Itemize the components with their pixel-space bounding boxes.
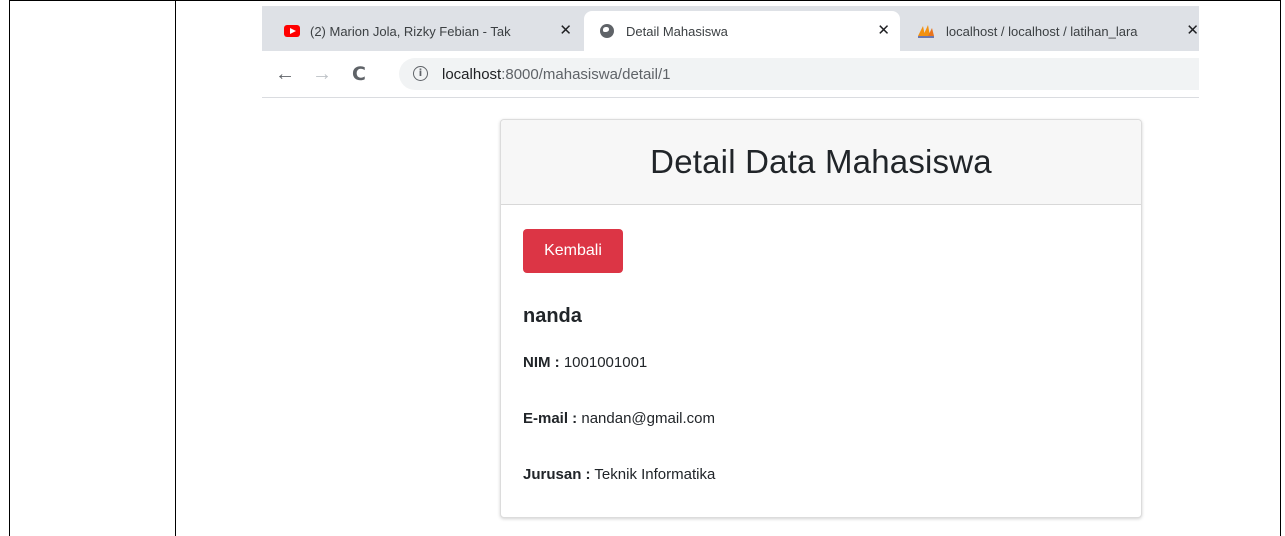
tab-title: Detail Mahasiswa: [626, 23, 728, 39]
url-host: localhost: [442, 66, 502, 83]
jurusan-value: Teknik Informatika: [594, 466, 716, 483]
browser-toolbar: ← → C i localhost:8000/mahasiswa/detail/…: [262, 51, 1199, 98]
reload-icon[interactable]: C: [346, 61, 372, 87]
url-path: :8000/mahasiswa/detail/1: [501, 66, 671, 83]
table-column-divider: [175, 0, 176, 536]
nim-value: 1001001001: [563, 354, 648, 371]
youtube-icon: [284, 25, 300, 37]
email-row: E-mail : nandan@gmail.com: [523, 410, 715, 427]
nim-label: NIM :: [523, 354, 560, 371]
close-icon[interactable]: ✕: [877, 22, 890, 40]
nim-row: NIM : 1001001001: [523, 354, 647, 371]
tab-youtube[interactable]: (2) Marion Jola, Rizky Febian - Tak ✕: [272, 11, 582, 51]
page-title: Detail Data Mahasiswa: [650, 143, 992, 180]
email-label: E-mail :: [523, 410, 578, 427]
close-icon[interactable]: ✕: [559, 22, 572, 40]
info-icon[interactable]: i: [413, 66, 428, 81]
tab-detail-mahasiswa[interactable]: Detail Mahasiswa ✕: [584, 11, 900, 51]
card-header: Detail Data Mahasiswa: [501, 120, 1141, 205]
forward-arrow-icon[interactable]: →: [309, 61, 335, 87]
phpmyadmin-icon: [918, 25, 934, 38]
tab-title: (2) Marion Jola, Rizky Febian - Tak: [310, 23, 511, 39]
student-name: nanda: [523, 305, 582, 327]
browser-window: (2) Marion Jola, Rizky Febian - Tak ✕ De…: [262, 6, 1199, 536]
jurusan-row: Jurusan : Teknik Informatika: [523, 466, 715, 483]
tab-phpmyadmin[interactable]: localhost / localhost / latihan_lara ✕: [902, 11, 1199, 51]
address-bar[interactable]: i localhost:8000/mahasiswa/detail/1: [399, 58, 1199, 90]
url-text[interactable]: localhost:8000/mahasiswa/detail/1: [442, 66, 670, 83]
tab-strip: (2) Marion Jola, Rizky Febian - Tak ✕ De…: [262, 6, 1199, 51]
tab-title: localhost / localhost / latihan_lara: [946, 23, 1138, 39]
globe-icon: [600, 24, 614, 38]
jurusan-label: Jurusan :: [523, 466, 591, 483]
detail-card: Detail Data Mahasiswa Kembali nanda NIM …: [500, 119, 1142, 518]
close-icon[interactable]: ✕: [1186, 22, 1199, 40]
back-button[interactable]: Kembali: [523, 229, 623, 273]
back-arrow-icon[interactable]: ←: [272, 61, 298, 87]
email-value: nandan@gmail.com: [581, 410, 715, 427]
